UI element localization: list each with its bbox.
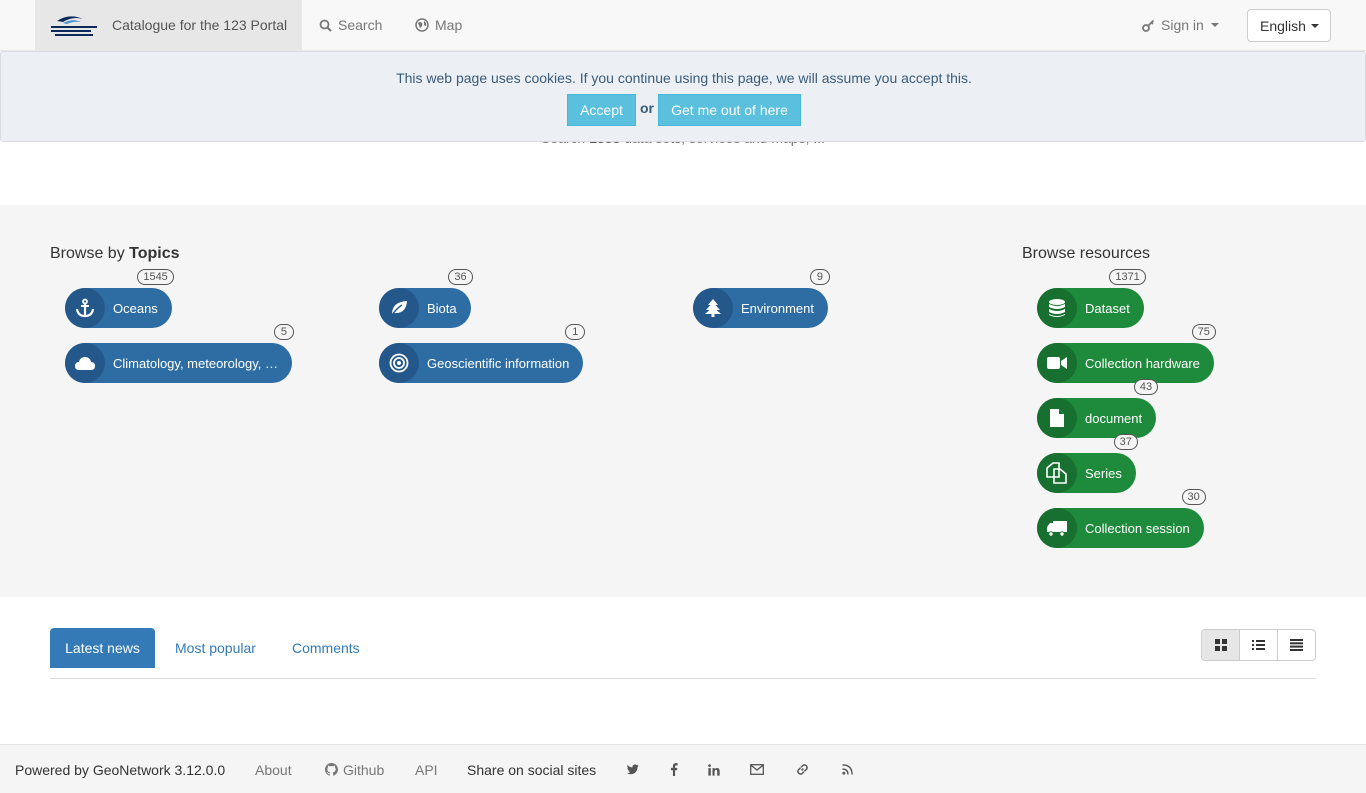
count-badge: 36	[448, 269, 473, 285]
github-icon	[325, 763, 338, 776]
cookie-banner: This web page uses cookies. If you conti…	[0, 51, 1366, 142]
imos-logo	[51, 16, 97, 36]
count-badge: 9	[809, 269, 830, 285]
topics-heading: Browse by Topics	[50, 245, 180, 263]
github-link[interactable]: Github	[325, 745, 384, 793]
globe-icon	[415, 18, 429, 32]
database-icon	[1037, 288, 1077, 328]
tab-comments[interactable]: Comments	[292, 628, 360, 668]
video-camera-icon	[1037, 343, 1077, 383]
leaf-icon	[379, 288, 419, 328]
linkedin-icon[interactable]	[704, 745, 724, 793]
brand-link[interactable]: Catalogue for the 123 Portal	[35, 0, 302, 50]
share-label: Share on social sites	[467, 761, 597, 778]
count-badge: 37	[1113, 434, 1138, 450]
count-badge: 1	[565, 324, 586, 340]
topic-environment[interactable]: Environment 9	[693, 269, 830, 328]
github-label: Github	[343, 761, 385, 778]
topic-oceans[interactable]: Oceans 1545	[65, 269, 174, 328]
resource-series[interactable]: Series 37	[1037, 434, 1138, 493]
accept-cookies-button[interactable]: Accept	[567, 94, 636, 126]
copy-icon	[1037, 453, 1077, 493]
topic-label: Geoscientific information	[427, 355, 570, 371]
tab-latest-news[interactable]: Latest news	[50, 628, 155, 668]
topic-geoscientific[interactable]: Geoscientific information 1	[379, 324, 586, 383]
chevron-down-icon	[1210, 23, 1219, 27]
tabs-divider	[50, 678, 1316, 679]
api-link[interactable]: API	[415, 745, 438, 793]
top-navbar: Catalogue for the 123 Portal Search Map …	[0, 0, 1366, 51]
resource-label: Series	[1085, 465, 1122, 481]
bullseye-icon	[379, 343, 419, 383]
link-icon[interactable]	[792, 745, 812, 793]
list-icon	[1252, 640, 1265, 650]
key-icon	[1142, 19, 1155, 32]
about-link[interactable]: About	[255, 745, 292, 793]
resource-collection-session[interactable]: Collection session 30	[1037, 489, 1206, 548]
count-badge: 30	[1181, 489, 1206, 505]
file-icon	[1037, 398, 1077, 438]
topic-label: Climatology, meteorology, …	[113, 355, 278, 371]
envelope-icon[interactable]	[747, 745, 767, 793]
count-badge: 43	[1133, 379, 1159, 395]
tree-icon	[693, 288, 733, 328]
language-select[interactable]: English	[1247, 9, 1331, 42]
rss-icon[interactable]	[837, 745, 857, 793]
cookie-or-label: or	[640, 100, 654, 116]
nav-map-label: Map	[435, 17, 463, 33]
twitter-icon[interactable]	[623, 745, 643, 793]
browse-section: Browse by Topics Browse resources Oceans…	[0, 205, 1366, 597]
resource-collection-hardware[interactable]: Collection hardware 75	[1037, 324, 1216, 383]
topic-biota[interactable]: Biota 36	[379, 269, 473, 328]
powered-by-link[interactable]: Powered by GeoNetwork 3.12.0.0	[15, 745, 225, 793]
brand-title: Catalogue for the 123 Portal	[112, 17, 288, 33]
search-icon	[319, 19, 332, 32]
topics-heading-prefix: Browse by	[50, 245, 125, 262]
facebook-icon[interactable]	[664, 745, 684, 793]
chevron-down-icon	[1310, 23, 1319, 28]
topic-label: Oceans	[113, 300, 158, 316]
signin-label: Sign in	[1161, 17, 1204, 33]
resource-dataset[interactable]: Dataset 1371	[1037, 269, 1146, 328]
anchor-icon	[65, 288, 105, 328]
cloud-icon	[65, 343, 105, 383]
count-badge: 5	[273, 324, 294, 340]
resource-label: document	[1085, 410, 1143, 426]
grid-view-button[interactable]	[1202, 630, 1240, 660]
topic-label: Biota	[427, 300, 457, 316]
table-icon	[1290, 639, 1303, 651]
topic-label: Environment	[741, 300, 814, 316]
nav-search-label: Search	[338, 17, 383, 33]
language-label: English	[1260, 17, 1306, 34]
truck-icon	[1037, 508, 1077, 548]
resource-label: Collection hardware	[1085, 355, 1200, 371]
cookie-message: This web page uses cookies. If you conti…	[396, 70, 972, 86]
topics-heading-strong: Topics	[129, 245, 180, 262]
tab-most-popular[interactable]: Most popular	[175, 628, 256, 668]
table-view-button[interactable]	[1278, 630, 1315, 660]
view-mode-group	[1201, 629, 1316, 661]
grid-icon	[1214, 639, 1227, 651]
topic-climatology[interactable]: Climatology, meteorology, … 5	[65, 324, 294, 383]
signin-dropdown[interactable]: Sign in	[1142, 0, 1219, 50]
footer: Powered by GeoNetwork 3.12.0.0 About Git…	[0, 744, 1366, 793]
resource-document[interactable]: document 43	[1037, 379, 1159, 438]
nav-search-link[interactable]: Search	[319, 0, 382, 50]
resource-label: Collection session	[1085, 520, 1190, 536]
list-view-button[interactable]	[1240, 630, 1278, 660]
resource-label: Dataset	[1085, 300, 1130, 316]
decline-cookies-button[interactable]: Get me out of here	[658, 94, 801, 126]
nav-map-link[interactable]: Map	[415, 0, 462, 50]
resources-heading: Browse resources	[1022, 245, 1151, 262]
count-badge: 1545	[137, 269, 174, 285]
count-badge: 1371	[1109, 269, 1146, 285]
count-badge: 75	[1191, 324, 1216, 340]
